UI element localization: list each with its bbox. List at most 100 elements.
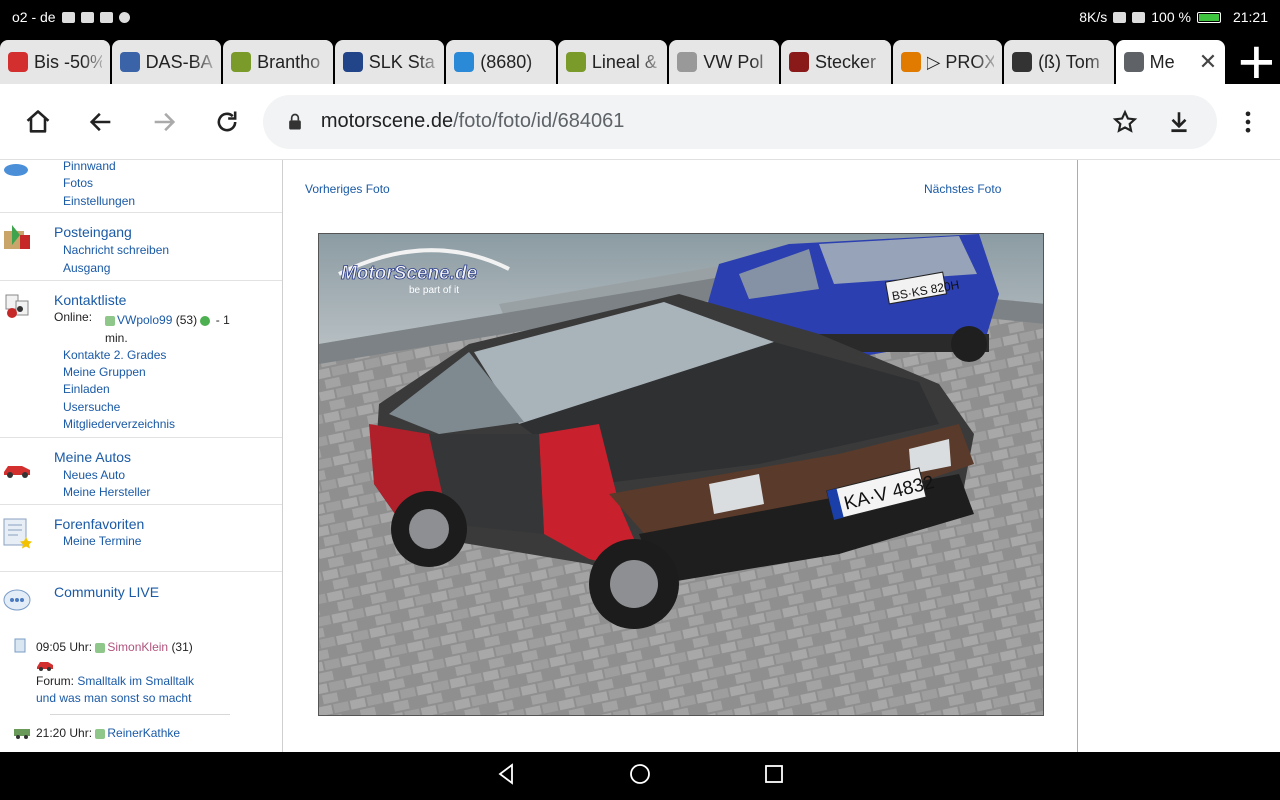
- status-bar: o2 - de 8K/s 100 % 21:21: [0, 0, 1280, 34]
- signal-icon: [1132, 11, 1146, 23]
- live-entry-2: 21:20 Uhr: ReinerKathke: [36, 726, 180, 740]
- tab-8[interactable]: ▷ PROX: [892, 40, 1003, 84]
- vibrate-icon: [1113, 11, 1127, 23]
- youtube-icon: [99, 11, 113, 23]
- link-mitgliederverzeichnis[interactable]: Mitgliederverzeichnis: [63, 417, 175, 431]
- tab-title: (8680): [480, 51, 533, 72]
- reload-icon: [217, 111, 237, 131]
- link-meine-termine[interactable]: Meine Termine: [63, 534, 141, 548]
- entry1-forum-link[interactable]: Smalltalk im Smalltalk: [77, 674, 194, 688]
- user-status-icon: [95, 642, 106, 653]
- plus-icon: [1240, 46, 1273, 78]
- browser-toolbar: motorscene.de/foto/foto/id/684061: [0, 84, 1280, 160]
- tab-1[interactable]: DAS-BA: [111, 40, 222, 84]
- bookmark-button[interactable]: [1103, 100, 1147, 144]
- download-button[interactable]: [1157, 100, 1201, 144]
- new-tab-button[interactable]: [1233, 40, 1280, 84]
- back-button[interactable]: [69, 92, 132, 152]
- tab-fade: [193, 40, 222, 84]
- entry1-age: (31): [171, 640, 193, 654]
- link-meine-hersteller[interactable]: Meine Hersteller: [63, 485, 150, 499]
- slk-icon: [342, 52, 363, 72]
- photo-content: Vorheriges Foto Nächstes Foto BS·KS 820H…: [284, 160, 1078, 752]
- reload-button[interactable]: [196, 92, 259, 152]
- entry-divider: [50, 714, 230, 715]
- sidebar-link-fotos[interactable]: Fotos: [63, 176, 93, 190]
- entry-doc-icon: [14, 638, 26, 653]
- tab-9[interactable]: (ß) Tom: [1004, 40, 1114, 84]
- forward-button[interactable]: [132, 92, 195, 152]
- url-text[interactable]: motorscene.de/foto/foto/id/684061: [321, 110, 1093, 133]
- tab-fade: [862, 40, 891, 84]
- tab-fade: [974, 40, 1003, 84]
- tab-10[interactable]: Me ✕: [1115, 40, 1226, 84]
- online-label: Online:: [54, 310, 93, 324]
- entry2-user-link[interactable]: ReinerKathke: [107, 726, 180, 740]
- k-icon: [900, 52, 921, 72]
- entry1-forum-link-2[interactable]: und was man sonst so macht: [36, 691, 191, 705]
- triangle-back-icon: [498, 762, 513, 785]
- battery-icon: [1196, 11, 1221, 23]
- home-button[interactable]: [6, 92, 69, 152]
- sidebar-link-einstellungen[interactable]: Einstellungen: [63, 194, 135, 208]
- address-bar[interactable]: motorscene.de/foto/foto/id/684061: [262, 94, 1217, 149]
- speech-bubble-icon: [3, 589, 31, 611]
- kontaktliste-title[interactable]: Kontaktliste: [54, 292, 126, 308]
- autos-title[interactable]: Meine Autos: [54, 449, 131, 465]
- cloud-icon: [61, 11, 75, 23]
- online-user-link[interactable]: VWpolo99: [117, 313, 172, 327]
- user-status-icon: [95, 728, 106, 739]
- link-usersuche[interactable]: Usersuche: [63, 400, 120, 414]
- entry1-forum-label: Forum:: [36, 674, 75, 688]
- community-section: Community LIVE 09:05 Uhr: SimonKlein (31…: [0, 572, 282, 752]
- ship-icon: [119, 52, 140, 72]
- tab-6[interactable]: VW Pol: [669, 40, 779, 84]
- lock-icon: [288, 113, 301, 129]
- menu-button[interactable]: [1217, 92, 1280, 152]
- link-neues-auto[interactable]: Neues Auto: [63, 468, 125, 482]
- tab-3[interactable]: SLK Sta: [334, 40, 445, 84]
- entry1-user-link[interactable]: SimonKlein: [107, 640, 168, 654]
- tab-2[interactable]: Brantho: [223, 40, 333, 84]
- green-badge-icon: [565, 52, 586, 72]
- previous-photo-link[interactable]: Vorheriges Foto: [305, 182, 390, 196]
- forum-icon: [1012, 52, 1033, 72]
- car-photo[interactable]: BS·KS 820H KA·V 4832 MotorScene.de be pa…: [318, 233, 1044, 716]
- nav-recents-button[interactable]: [762, 762, 786, 791]
- kontaktliste-section: Kontaktliste Online: VWpolo99 (53) - 1 m…: [0, 281, 282, 438]
- circle-home-icon: [630, 763, 650, 784]
- tab-4[interactable]: (8680): [446, 40, 556, 84]
- tab-0[interactable]: Bis -50%: [0, 40, 110, 84]
- more-vert-icon: [1246, 111, 1251, 132]
- close-tab-icon[interactable]: ✕: [1199, 49, 1217, 75]
- location-icon: [118, 11, 130, 23]
- download-icon: [1171, 111, 1187, 132]
- xxl-icon: [788, 52, 809, 72]
- link-meine-gruppen[interactable]: Meine Gruppen: [63, 365, 146, 379]
- foren-title[interactable]: Forenfavoriten: [54, 516, 144, 532]
- community-title[interactable]: Community LIVE: [54, 584, 159, 600]
- clock: 21:21: [1232, 9, 1268, 25]
- tab-fade: [750, 40, 779, 84]
- tab-7[interactable]: Stecker: [780, 40, 891, 84]
- entry-car-icon: [14, 729, 30, 739]
- green-badge-icon: [231, 52, 252, 72]
- nav-back-button[interactable]: [494, 762, 518, 791]
- sidebar-link-pinnwand[interactable]: Pinnwand: [63, 160, 116, 173]
- link-nachricht-schreiben[interactable]: Nachricht schreiben: [63, 243, 169, 257]
- nav-home-button[interactable]: [628, 762, 652, 791]
- forward-arrow-icon: [154, 112, 176, 131]
- car-status-icon: [200, 315, 211, 326]
- user-status-icon: [105, 315, 115, 326]
- tab-5[interactable]: Lineal &: [557, 40, 668, 84]
- network-speed: 8K/s: [1079, 9, 1108, 25]
- url-path: /foto/foto/id/684061: [453, 110, 625, 132]
- tab-fade: [81, 40, 110, 84]
- entry1-forum-row: Forum: Smalltalk im Smalltalk: [36, 674, 194, 688]
- link-kontakte-2-grades[interactable]: Kontakte 2. Grades: [63, 348, 166, 362]
- link-ausgang[interactable]: Ausgang: [63, 261, 110, 275]
- red-car-icon: [4, 466, 30, 478]
- link-einladen[interactable]: Einladen: [63, 382, 110, 396]
- next-photo-link[interactable]: Nächstes Foto: [924, 182, 1001, 196]
- posteingang-title[interactable]: Posteingang: [54, 224, 132, 240]
